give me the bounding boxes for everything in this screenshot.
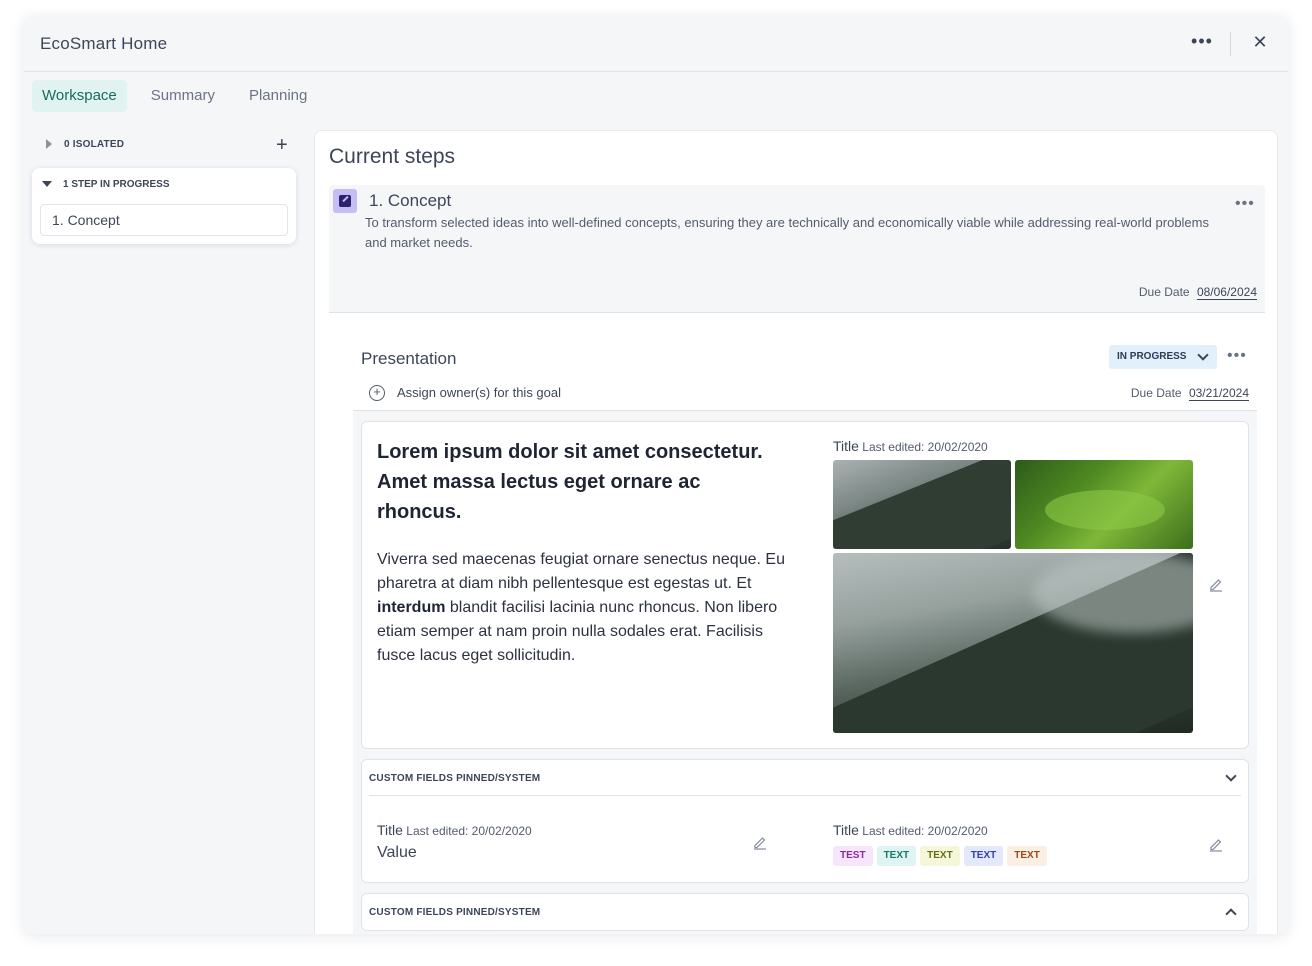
- close-icon[interactable]: ✕: [1248, 30, 1272, 54]
- app-window: EcoSmart Home ••• ✕ Workspace Summary Pl…: [24, 16, 1288, 934]
- tag[interactable]: TEXT: [1007, 846, 1047, 866]
- tag[interactable]: TEXT: [876, 846, 917, 866]
- add-icon[interactable]: +: [272, 134, 292, 157]
- step-due-value[interactable]: 08/06/2024: [1197, 285, 1257, 299]
- main-panel: Current steps 1. Concept To transform se…: [314, 130, 1278, 934]
- collapse-down-icon[interactable]: [42, 181, 52, 187]
- step-title: 1. Concept: [369, 191, 452, 210]
- goal-card: Presentation IN PROGRESS ••• + Assign ow…: [353, 337, 1257, 934]
- body-text-part: Viverra sed maecenas feugiat ornare sene…: [377, 551, 785, 592]
- tab-planning[interactable]: Planning: [239, 80, 317, 112]
- title-bar-divider: [1230, 32, 1231, 56]
- edit-pencil-icon[interactable]: [752, 834, 768, 850]
- media-caption: Title Last edited: 20/02/2020: [833, 438, 988, 454]
- tab-workspace[interactable]: Workspace: [32, 80, 127, 112]
- add-circle-icon[interactable]: +: [369, 385, 385, 401]
- mountain-fog-image[interactable]: [833, 460, 1011, 549]
- edit-square-icon: [333, 189, 357, 213]
- tag[interactable]: TEXT: [963, 846, 1004, 866]
- custom-fields-header: CUSTOM FIELDS PINNED/SYSTEM: [369, 773, 541, 784]
- expand-right-icon[interactable]: [46, 139, 52, 149]
- edit-pencil-icon[interactable]: [1208, 576, 1224, 592]
- custom-fields-section-collapsed: CUSTOM FIELDS PINNED/SYSTEM: [361, 893, 1249, 931]
- divider: [369, 795, 1241, 796]
- goal-due-date: Due Date 03/21/2024: [1131, 386, 1249, 400]
- custom-fields-header: CUSTOM FIELDS PINNED/SYSTEM: [369, 907, 541, 918]
- tag[interactable]: TEXT: [920, 846, 960, 866]
- green-forest-image[interactable]: [1015, 460, 1193, 549]
- field-caption: Title Last edited: 20/02/2020: [377, 822, 532, 838]
- goal-title: Presentation: [361, 349, 457, 368]
- media-edited: Last edited: 20/02/2020: [862, 440, 988, 454]
- media-title: Title: [833, 438, 859, 454]
- custom-fields-section: CUSTOM FIELDS PINNED/SYSTEM Title Last e…: [361, 759, 1249, 883]
- field-caption: Title Last edited: 20/02/2020: [833, 822, 988, 838]
- content-headline: Lorem ipsum dolor sit amet consectetur. …: [377, 441, 763, 523]
- goal-due-value[interactable]: 03/21/2024: [1189, 386, 1249, 400]
- step-due-date: Due Date 08/06/2024: [1139, 285, 1257, 299]
- status-label: IN PROGRESS: [1117, 351, 1187, 362]
- title-bar: EcoSmart Home ••• ✕: [24, 16, 1288, 72]
- in-progress-group: 1 STEP IN PROGRESS 1. Concept: [32, 168, 296, 244]
- tab-summary[interactable]: Summary: [141, 80, 225, 112]
- page-title: Current steps: [329, 145, 456, 168]
- field-title: Title: [377, 822, 403, 838]
- chevron-up-icon[interactable]: [1224, 906, 1238, 920]
- sidebar-item-concept[interactable]: 1. Concept: [40, 204, 288, 236]
- mountain-fog-large-image[interactable]: [833, 553, 1193, 733]
- goal-due-label: Due Date: [1130, 386, 1182, 400]
- isolated-group-header[interactable]: 0 ISOLATED +: [40, 134, 296, 157]
- assign-owner-link[interactable]: Assign owner(s) for this goal: [397, 385, 561, 400]
- chevron-down-icon: [1197, 349, 1209, 361]
- step-due-label: Due Date: [1138, 285, 1190, 299]
- tab-bar: Workspace Summary Planning: [32, 80, 331, 112]
- in-progress-label: 1 STEP IN PROGRESS: [63, 179, 170, 190]
- edit-pencil-icon[interactable]: [1208, 836, 1224, 852]
- field-value: Value: [377, 844, 417, 861]
- chevron-down-icon[interactable]: [1224, 770, 1238, 786]
- field-title: Title: [833, 822, 859, 838]
- step-description: To transform selected ideas into well-de…: [365, 215, 1209, 250]
- isolated-label: 0 ISOLATED: [64, 139, 125, 150]
- tag[interactable]: TEST: [833, 846, 873, 866]
- field-edited: Last edited: 20/02/2020: [406, 824, 532, 838]
- step-card: 1. Concept To transform selected ideas i…: [329, 185, 1265, 313]
- field-edited: Last edited: 20/02/2020: [862, 824, 988, 838]
- tag-list: TEST TEXT TEXT TEXT TEXT: [833, 846, 1051, 866]
- content-body: Viverra sed maecenas feugiat ornare sene…: [377, 548, 787, 668]
- status-dropdown[interactable]: IN PROGRESS: [1109, 345, 1217, 369]
- goal-more-icon[interactable]: •••: [1227, 347, 1247, 365]
- step-more-icon[interactable]: •••: [1235, 195, 1255, 213]
- app-title: EcoSmart Home: [40, 34, 168, 53]
- body-text-bold: interdum: [377, 599, 446, 616]
- content-card: Lorem ipsum dolor sit amet consectetur. …: [361, 421, 1249, 749]
- more-horizontal-icon[interactable]: •••: [1190, 30, 1214, 54]
- goal-header: Presentation IN PROGRESS ••• + Assign ow…: [353, 337, 1257, 411]
